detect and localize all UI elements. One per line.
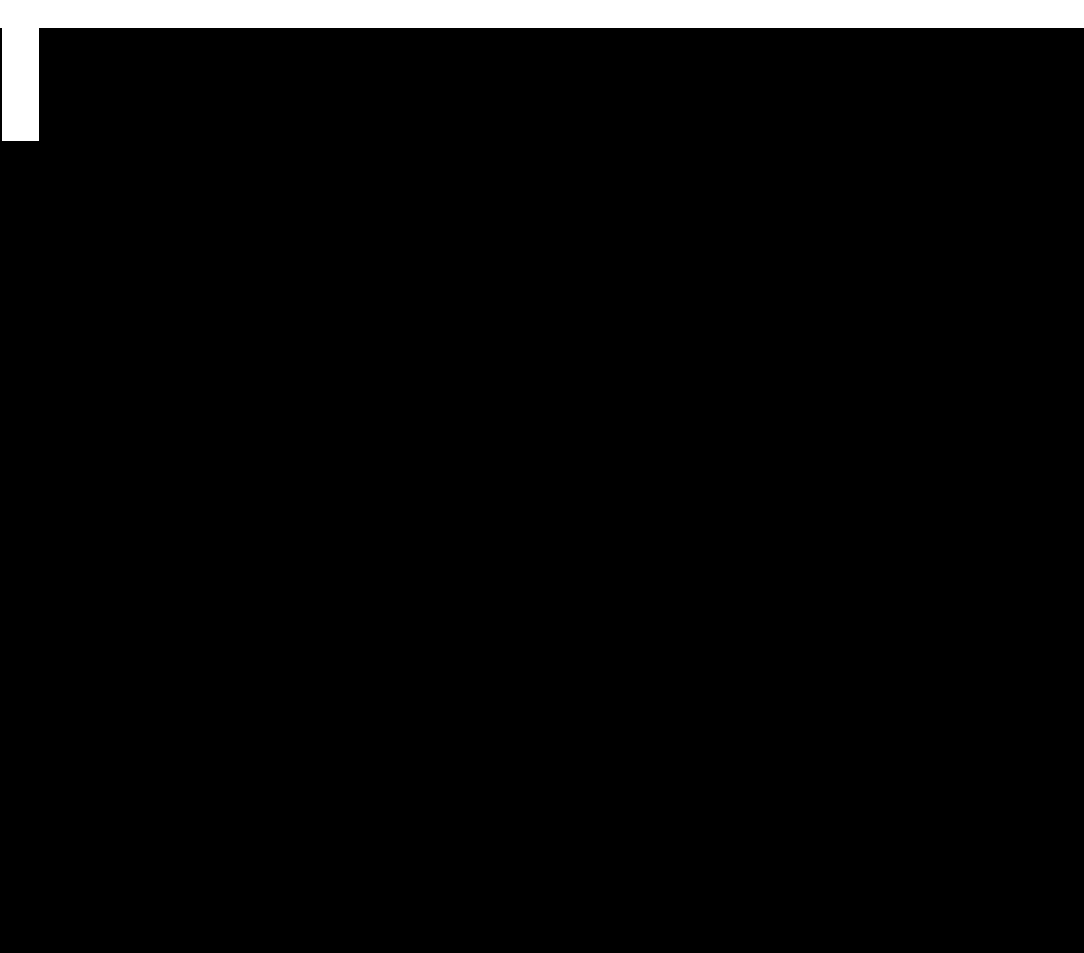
waterfall-display[interactable] (0, 28, 1084, 953)
frequency-ruler[interactable] (0, 0, 1084, 28)
spectrogram-app (0, 0, 1084, 953)
